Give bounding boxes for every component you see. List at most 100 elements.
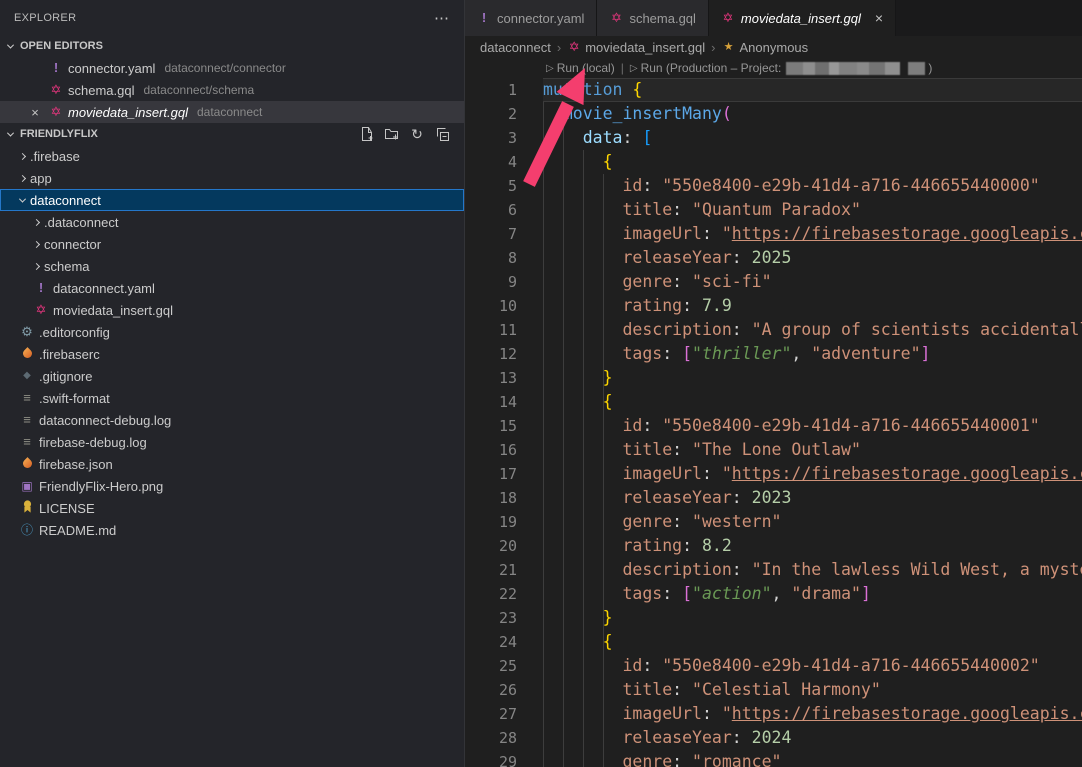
code-line-text: id: "550e8400-e29b-41d4-a716-44665544000… [543,174,1082,198]
breadcrumb-item[interactable]: ★Anonymous [722,40,809,55]
code-line[interactable]: 9 genre: "sci-fi" [465,270,1082,294]
code-line[interactable]: 19 genre: "western" [465,510,1082,534]
tree-file-friendlyflix-hero-png[interactable]: ▣FriendlyFlix-Hero.png [0,475,464,497]
line-number: 15 [465,414,543,438]
tree-file--firebaserc[interactable]: .firebaserc [0,343,464,365]
close-icon[interactable]: × [875,10,883,26]
tree-file-readme-md[interactable]: ⓘREADME.md [0,519,464,541]
chevron-down-icon [7,41,14,48]
code-line[interactable]: 18 releaseYear: 2023 [465,486,1082,510]
new-file-icon[interactable] [359,126,375,142]
code-line-text: description: "In the lawless Wild West, … [543,558,1082,582]
code-line[interactable]: 29 genre: "romance" [465,750,1082,767]
code-line[interactable]: 1mutation { [465,78,1082,102]
code-line[interactable]: 16 title: "The Lone Outlaw" [465,438,1082,462]
tab-moviedata-insert-gql[interactable]: ✡moviedata_insert.gql× [709,0,896,36]
code-line[interactable]: 10 rating: 7.9 [465,294,1082,318]
tab-connector-yaml[interactable]: !connector.yaml [465,0,597,36]
code-line[interactable]: 3 data: [ [465,126,1082,150]
gear-icon: ⚙ [20,325,34,339]
collapse-all-icon[interactable] [434,126,450,142]
tree-file-dataconnect-yaml[interactable]: !dataconnect.yaml [0,277,464,299]
line-number: 4 [465,150,543,174]
run-production-link[interactable]: ▷ Run (Production – Project: ) [630,61,932,75]
chevron-right-icon [19,174,26,181]
code-line[interactable]: 13 } [465,366,1082,390]
tree-file-firebase-debug-log[interactable]: ≡firebase-debug.log [0,431,464,453]
tree-file-license[interactable]: LICENSE [0,497,464,519]
code-line[interactable]: 4 { [465,150,1082,174]
code-line[interactable]: 8 releaseYear: 2025 [465,246,1082,270]
tree-folder-dataconnect[interactable]: dataconnect [0,189,464,211]
breadcrumb-label: moviedata_insert.gql [585,40,705,55]
code-line-text: genre: "western" [543,510,1082,534]
tab-schema-gql[interactable]: ✡schema.gql [597,0,708,36]
code-line-text: { [543,630,1082,654]
code-line[interactable]: 22 tags: ["action", "drama"] [465,582,1082,606]
code-line[interactable]: 15 id: "550e8400-e29b-41d4-a716-44665544… [465,414,1082,438]
more-actions-icon[interactable]: ⋯ [434,9,450,27]
code-line[interactable]: 17 imageUrl: "https://firebasestorage.go… [465,462,1082,486]
code-line[interactable]: 14 { [465,390,1082,414]
project-section-header[interactable]: FRIENDLYFLIX ↻ [0,123,464,145]
code-line[interactable]: 20 rating: 8.2 [465,534,1082,558]
code-line[interactable]: 27 imageUrl: "https://firebasestorage.go… [465,702,1082,726]
tree-item-label: .gitignore [39,369,92,384]
open-editor-item[interactable]: ✡schema.gqldataconnect/schema [0,79,464,101]
line-number: 9 [465,270,543,294]
tree-folder-app[interactable]: app [0,167,464,189]
code-line[interactable]: 25 id: "550e8400-e29b-41d4-a716-44665544… [465,654,1082,678]
code-line[interactable]: 11 description: "A group of scientists a… [465,318,1082,342]
open-editor-item[interactable]: ×✡moviedata_insert.gqldataconnect [0,101,464,123]
redacted-project-name [786,62,925,75]
code-line-text: releaseYear: 2025 [543,246,1082,270]
code-line[interactable]: 7 imageUrl: "https://firebasestorage.goo… [465,222,1082,246]
line-number: 1 [465,78,543,102]
graphql-icon: ✡ [721,11,735,25]
code-line-text: { [543,390,1082,414]
code-line[interactable]: 2 movie_insertMany( [465,102,1082,126]
tree-file--swift-format[interactable]: ≡.swift-format [0,387,464,409]
tree-file--editorconfig[interactable]: ⚙.editorconfig [0,321,464,343]
tree-folder--dataconnect[interactable]: .dataconnect [0,211,464,233]
code-line[interactable]: 12 tags: ["thriller", "adventure"] [465,342,1082,366]
refresh-icon[interactable]: ↻ [409,126,425,142]
close-icon[interactable]: × [26,105,44,120]
breadcrumb-label: Anonymous [740,40,809,55]
file-tree: .firebaseappdataconnect.dataconnectconne… [0,145,464,541]
open-editors-label: OPEN EDITORS [20,40,103,52]
code-editor[interactable]: 1mutation {2 movie_insertMany(3 data: [4… [465,78,1082,767]
open-editor-name: moviedata_insert.gql [68,105,188,120]
run-local-link[interactable]: ▷ Run (local) [546,61,615,75]
line-number: 28 [465,726,543,750]
new-folder-icon[interactable] [384,126,400,142]
breadcrumb-item[interactable]: ✡moviedata_insert.gql [567,40,705,55]
code-line[interactable]: 5 id: "550e8400-e29b-41d4-a716-446655440… [465,174,1082,198]
tree-item-label: firebase-debug.log [39,435,147,450]
tree-folder--firebase[interactable]: .firebase [0,145,464,167]
graphql-icon: ✡ [49,83,63,97]
tree-file--gitignore[interactable]: ◆.gitignore [0,365,464,387]
code-line[interactable]: 26 title: "Celestial Harmony" [465,678,1082,702]
code-line[interactable]: 23 } [465,606,1082,630]
tree-file-firebase-json[interactable]: firebase.json [0,453,464,475]
code-line[interactable]: 24 { [465,630,1082,654]
tree-file-dataconnect-debug-log[interactable]: ≡dataconnect-debug.log [0,409,464,431]
vscode-window: EXPLORER ⋯ OPEN EDITORS !connector.yamld… [0,0,1082,767]
code-line-text: { [543,150,1082,174]
open-editors-header[interactable]: OPEN EDITORS [0,35,464,57]
tree-file-moviedata-insert-gql[interactable]: ✡moviedata_insert.gql [0,299,464,321]
code-line[interactable]: 28 releaseYear: 2024 [465,726,1082,750]
code-line-text: imageUrl: "https://firebasestorage.googl… [543,702,1082,726]
breadcrumb-item[interactable]: dataconnect [480,40,551,55]
code-line[interactable]: 21 description: "In the lawless Wild Wes… [465,558,1082,582]
code-line-text: id: "550e8400-e29b-41d4-a716-44665544000… [543,414,1082,438]
line-number: 5 [465,174,543,198]
open-editor-item[interactable]: !connector.yamldataconnect/connector [0,57,464,79]
code-line[interactable]: 6 title: "Quantum Paradox" [465,198,1082,222]
code-line-text: imageUrl: "https://firebasestorage.googl… [543,222,1082,246]
tree-folder-connector[interactable]: connector [0,233,464,255]
line-number: 20 [465,534,543,558]
indent-guide [563,126,564,767]
tree-folder-schema[interactable]: schema [0,255,464,277]
